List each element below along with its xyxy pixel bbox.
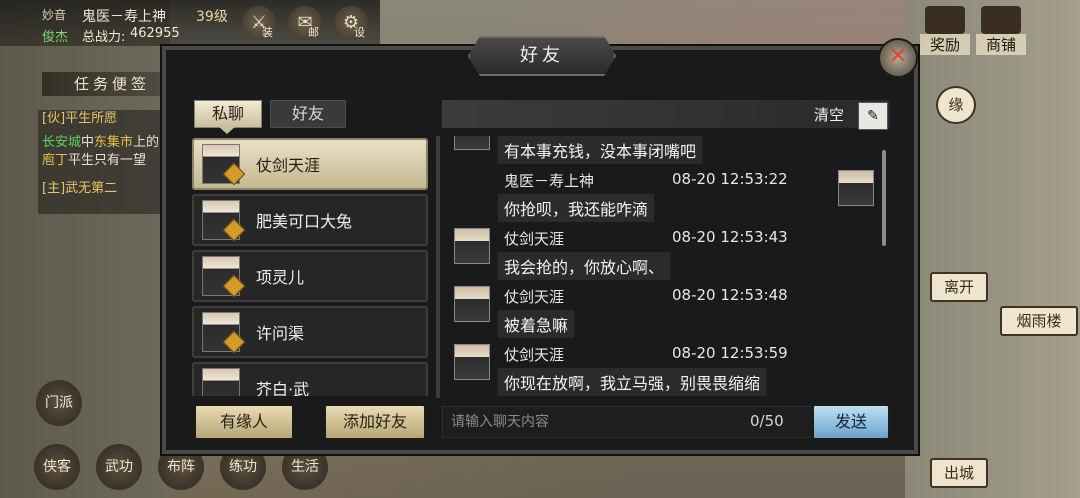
player-nickname: 俊杰 (42, 30, 69, 45)
friend-dialog: 好友 私聊 好友 清空 ✎ 仗剑天涯 肥美可口大兔 项灵儿 许问渠 芥白·武 有… (162, 36, 918, 454)
sender-avatar (454, 344, 490, 380)
tab-friends[interactable]: 好友 (270, 100, 346, 128)
dialog-title: 好友 (468, 36, 616, 76)
fate-people-button[interactable]: 有缘人 (194, 404, 294, 440)
sender-avatar (454, 136, 490, 150)
char-counter: 0/50 (750, 412, 784, 430)
quest-item[interactable]: [主]武无第二 (38, 180, 166, 198)
reward-label: 奖励 (920, 34, 970, 55)
friend-avatar (202, 368, 240, 396)
self-avatar (838, 170, 874, 206)
friend-name: 肥美可口大兔 (256, 212, 353, 231)
shop-icon (981, 6, 1021, 34)
message-text: 你抢呗，我还能咋滴 (498, 194, 655, 222)
power-value: 462955 (130, 26, 180, 41)
sect-button[interactable]: 门派 (36, 380, 82, 426)
friend-item[interactable]: 仗剑天涯 (192, 138, 428, 190)
message-time: 08-20 12:53:59 (672, 344, 788, 362)
quest-tag: [伙] (42, 111, 66, 126)
hero-button[interactable]: 侠客 (34, 444, 80, 490)
clear-chat-button[interactable]: ✎ (858, 102, 888, 130)
friend-name: 许问渠 (256, 324, 305, 343)
panel-divider (436, 136, 440, 398)
message-sender: 仗剑天涯 (504, 346, 565, 364)
send-button[interactable]: 发送 (812, 404, 890, 440)
martial-arts-button[interactable]: 武功 (96, 444, 142, 490)
message-sender: 鬼医－寿上神 (504, 172, 595, 190)
player-title: 妙音 (42, 8, 67, 22)
message-time: 08-20 12:53:22 (672, 170, 788, 188)
sender-avatar (454, 286, 490, 322)
message-sender: 仗剑天涯 (504, 288, 565, 306)
fate-button[interactable]: 缘 (936, 86, 976, 124)
friend-name: 芥白·武 (256, 380, 310, 396)
message-text: 有本事充钱，没本事闭嘴吧 (498, 136, 703, 164)
reward-button[interactable]: 奖励 (920, 6, 970, 58)
quest-description: 长安城中东集市上的庖丁平生只有一望 (38, 134, 166, 170)
add-friend-button[interactable]: 添加好友 (324, 404, 426, 440)
quest-panel[interactable]: [伙]平生所愿 长安城中东集市上的庖丁平生只有一望 [主]武无第二 (38, 110, 166, 214)
friend-list[interactable]: 仗剑天涯 肥美可口大兔 项灵儿 许问渠 芥白·武 (188, 136, 436, 396)
close-icon: ✕ (888, 44, 908, 69)
eraser-icon: ✎ (867, 108, 879, 124)
reward-icon (925, 6, 965, 34)
quest-title: 平生所愿 (65, 111, 118, 126)
shop-button[interactable]: 商铺 (976, 6, 1026, 58)
friend-name: 仗剑天涯 (256, 156, 321, 175)
clear-label: 清空 (814, 106, 845, 124)
friend-name: 项灵儿 (256, 268, 305, 287)
tab-private-chat[interactable]: 私聊 (194, 100, 262, 128)
scene-right (905, 0, 1080, 498)
settings-label: 设 (354, 26, 365, 39)
quest-text: 平生只有一望 (68, 153, 147, 168)
player-name: 鬼医－寿上神 (82, 9, 166, 25)
armor-label: 装 (262, 26, 273, 39)
friend-item[interactable]: 肥美可口大兔 (192, 194, 428, 246)
chat-log[interactable]: 有本事充钱，没本事闭嘴吧 鬼医－寿上神 08-20 12:53:22 你抢呗，我… (442, 136, 890, 398)
leave-button[interactable]: 离开 (930, 272, 988, 302)
leave-city-button[interactable]: 出城 (930, 458, 988, 488)
friend-item[interactable]: 芥白·武 (192, 362, 428, 396)
quest-npc-link[interactable]: 庖丁 (42, 153, 68, 168)
player-level: 39级 (196, 9, 228, 25)
quest-text: 上的 (133, 135, 160, 150)
quest-text: 中 (81, 135, 95, 150)
quest-item[interactable]: [伙]平生所愿 (38, 110, 166, 128)
quest-tag: [主] (42, 181, 66, 196)
sender-avatar (454, 228, 490, 264)
quest-place-link[interactable]: 长安城 (42, 135, 81, 150)
message-text: 我会抢的，你放心啊、 (498, 252, 671, 280)
power-label: 总战力: (82, 30, 126, 45)
chat-scrollbar[interactable] (882, 150, 886, 246)
yanyu-tower-button[interactable]: 烟雨楼 (1000, 306, 1078, 336)
message-time: 08-20 12:53:48 (672, 286, 788, 304)
quest-npc-link[interactable]: 东集市 (94, 135, 133, 150)
tab-indicator (218, 126, 236, 134)
message-time: 08-20 12:53:43 (672, 228, 788, 246)
message-sender: 仗剑天涯 (504, 230, 565, 248)
shop-label: 商铺 (976, 34, 1026, 55)
mail-label: 邮 (308, 26, 319, 39)
friend-item[interactable]: 许问渠 (192, 306, 428, 358)
friend-item[interactable]: 项灵儿 (192, 250, 428, 302)
close-dialog-button[interactable]: ✕ (878, 38, 918, 78)
player-info-bar: 妙音 鬼医－寿上神 39级 俊杰 总战力: 462955 ⚔ 装 ✉ 邮 ⚙ 设 (0, 0, 380, 46)
quest-title: 武无第二 (65, 181, 118, 196)
message-text: 你现在放啊，我立马强，别畏畏缩缩 (498, 368, 767, 396)
message-text: 被着急嘛 (498, 310, 575, 338)
